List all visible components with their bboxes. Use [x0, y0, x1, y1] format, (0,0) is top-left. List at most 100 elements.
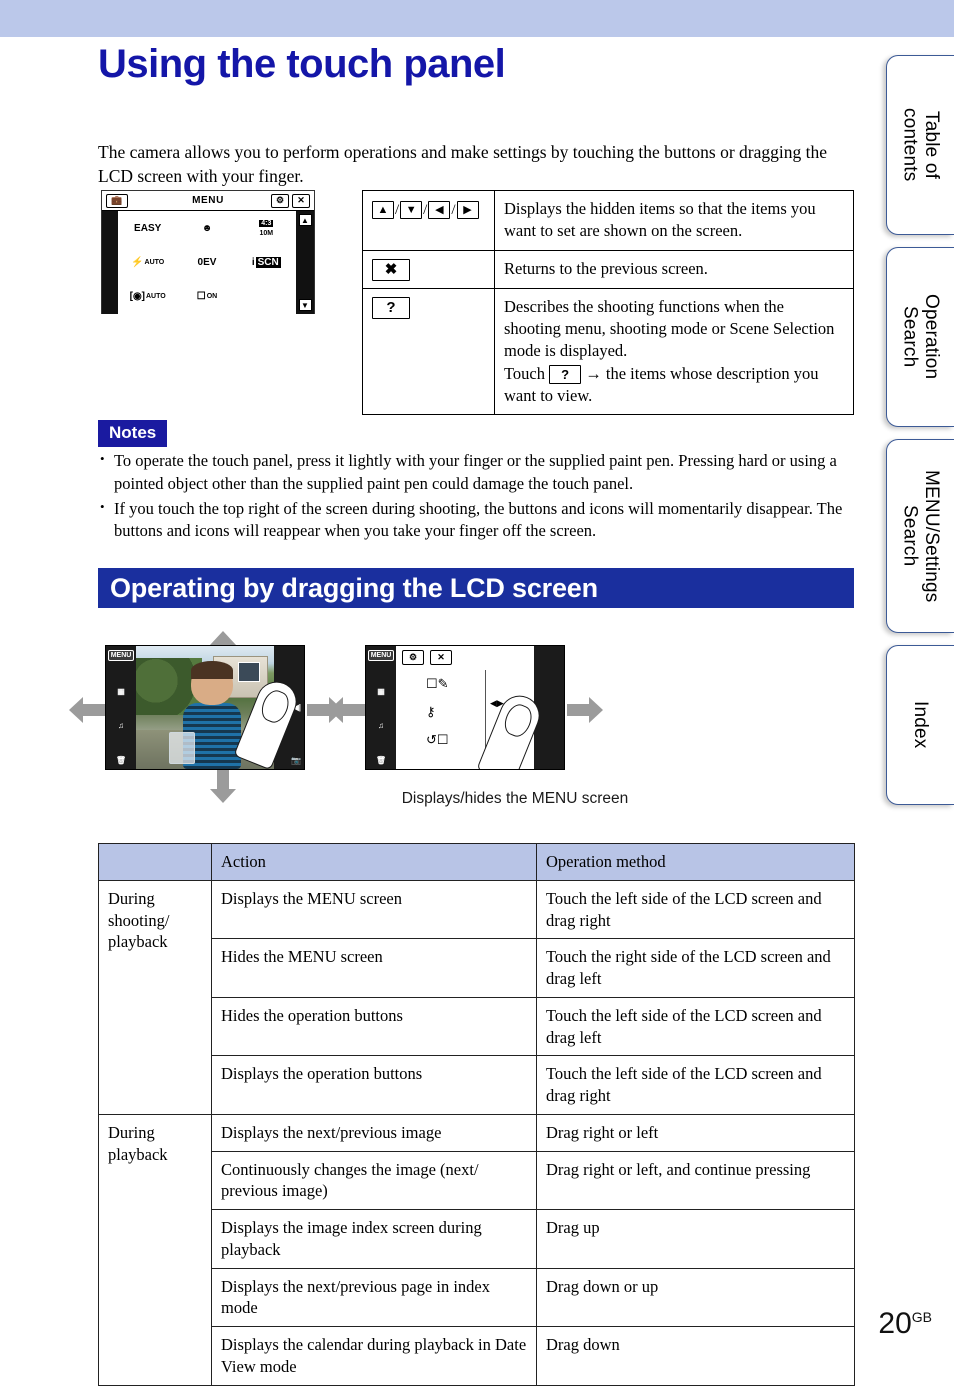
image-size-icon: 4:3 10M — [259, 220, 274, 238]
lcd-scrollbar[interactable]: ▲ ▼ — [296, 211, 314, 314]
illustration-caption: Displays/hides the MENU screen — [401, 790, 629, 807]
smile-shutter-icon: ☻ — [201, 222, 213, 234]
help-touch-prefix: Touch — [504, 363, 546, 383]
photo-window — [238, 662, 261, 682]
cell-action: Displays the operation buttons — [211, 1055, 537, 1115]
gear-icon[interactable]: ⚙ — [402, 650, 424, 665]
page-number-suffix: GB — [911, 1309, 932, 1325]
face-detection-icon: [◉] AUTO — [129, 291, 166, 303]
table-header-row: Action Operation method — [98, 843, 855, 881]
cell-method: Touch the left side of the LCD screen an… — [536, 1055, 855, 1115]
table-row: Hides the MENU screen Touch the right si… — [99, 938, 855, 998]
table-row: Displays the operation buttons Touch the… — [99, 1055, 855, 1115]
lcd-menu-panel: ⚙ ✕ ☐✎ ⚷ ↺☐ ◀▶ — [396, 646, 546, 769]
protect-icon[interactable]: ⚷ — [426, 704, 436, 720]
cell-action: Displays the MENU screen — [211, 879, 537, 940]
scene-selection-icon: i SCN — [251, 256, 281, 268]
photo-subject-hair — [191, 660, 233, 680]
side-tab-nav: Table of contents Operation Search MENU/… — [882, 55, 954, 815]
lcd-left-button-column: MENU ▦ ♫ 🗑 — [366, 646, 396, 769]
table-row: During playback Displays the next/previo… — [98, 1113, 855, 1386]
cell-method: Touch the left side of the LCD screen an… — [536, 996, 855, 1057]
sidebar-tab-label: Index — [910, 701, 932, 749]
table-row: Displays the calendar during playback in… — [99, 1326, 855, 1386]
flash-auto-icon: ⚡ AUTO — [131, 256, 165, 268]
resize-icon[interactable]: ☐✎ — [426, 676, 449, 692]
triangle-up-icon[interactable]: ▲ — [298, 214, 312, 226]
icon-cell-help: ? — [362, 287, 495, 416]
cell-method: Touch the right side of the LCD screen a… — [536, 938, 855, 998]
arrow-left-icon — [69, 697, 109, 723]
close-icon[interactable]: ✕ — [430, 650, 452, 665]
cell-method: Drag right or left — [536, 1113, 855, 1152]
triangle-down-icon[interactable]: ▼ — [298, 299, 312, 311]
operations-table: Action Operation method During shooting/… — [98, 843, 855, 1386]
table-row: Continuously changes the image (next/ pr… — [99, 1150, 855, 1211]
table-row: Hides the operation buttons Touch the le… — [99, 996, 855, 1057]
photo-cup — [169, 732, 196, 765]
icon-cell-arrows: ▲ / ▼ / ◀ / ▶ — [362, 190, 495, 251]
lcd-menu-screenshot: 💼 MENU ⚙ ✕ EASY ☻ 4:3 10M ⚡ AUTO 0EV i SCN… — [101, 190, 315, 314]
help-description-part1: Describes the shooting functions when th… — [504, 296, 835, 361]
sidebar-tab-operation-search[interactable]: Operation Search — [886, 247, 954, 427]
menu-chip-icon[interactable]: MENU — [107, 650, 135, 661]
close-icon: ✖ — [372, 258, 410, 281]
cell-method: Drag down or up — [536, 1267, 855, 1328]
trash-icon[interactable]: 🗑 — [376, 756, 386, 765]
lcd-playback-screen: MENU ▦ ♫ 🗑 . ◀| 📷 — [105, 645, 305, 770]
lcd-menu-title: MENU — [192, 195, 224, 206]
table-row: During shooting/ playback Displays the M… — [98, 879, 855, 1115]
icon-description: Describes the shooting functions when th… — [494, 287, 854, 416]
header-band — [0, 0, 954, 37]
table-row: ? Describes the shooting functions when … — [362, 287, 854, 416]
page-title: Using the touch panel — [98, 42, 506, 86]
section-banner: Operating by dragging the LCD screen — [98, 568, 854, 608]
triangle-right-icon: ▶ — [456, 201, 479, 220]
table-row: ✖ Returns to the previous screen. — [362, 249, 854, 289]
cell-action: Displays the calendar during playback in… — [211, 1326, 537, 1386]
menu-panel-topbar: ⚙ ✕ — [402, 650, 452, 665]
sidebar-tab-label: MENU/Settings Search — [899, 469, 942, 603]
sidebar-tab-table-of-contents[interactable]: Table of contents — [886, 55, 954, 235]
drag-illustration-playback: MENU ▦ ♫ 🗑 . ◀| 📷 — [69, 631, 343, 803]
cell-method: Touch the left side of the LCD screen an… — [536, 879, 855, 940]
trash-icon[interactable]: 🗑 — [116, 756, 126, 765]
column-header-operation-method: Operation method — [536, 843, 855, 881]
cell-method: Drag right or left, and continue pressin… — [536, 1150, 855, 1211]
slideshow-icon[interactable]: ♫ — [118, 721, 124, 730]
sidebar-tab-menu-settings-search[interactable]: MENU/Settings Search — [886, 439, 954, 633]
cell-action: Displays the image index screen during p… — [211, 1209, 537, 1269]
camera-mode-icon[interactable]: 📷 — [291, 756, 301, 765]
lcd-menu-screen: MENU ▦ ♫ 🗑 ⚙ ✕ ☐✎ ⚷ ↺☐ ◀▶ — [365, 645, 565, 770]
lcd-photo-area — [136, 646, 303, 769]
page-number-value: 20 — [878, 1307, 912, 1340]
sidebar-tab-index[interactable]: Index — [886, 645, 954, 805]
index-grid-icon[interactable]: ▦ — [117, 687, 125, 696]
icon-cell-close: ✖ — [362, 249, 495, 289]
rotate-icon[interactable]: ↺☐ — [426, 732, 449, 748]
menu-chip-icon[interactable]: MENU — [367, 650, 395, 661]
triangle-left-icon: ◀ — [428, 201, 451, 220]
sidebar-tab-label: Operation Search — [899, 294, 942, 380]
index-grid-icon[interactable]: ▦ — [377, 687, 385, 696]
cell-action: Displays the next/previous image — [211, 1113, 537, 1152]
row-group-label: During shooting/ playback — [98, 879, 212, 1115]
cell-action: Hides the operation buttons — [211, 996, 537, 1057]
fingernail-icon — [257, 686, 293, 727]
cell-action: Hides the MENU screen — [211, 938, 537, 998]
column-header-group — [98, 843, 212, 881]
slideshow-icon[interactable]: ♫ — [378, 721, 384, 730]
notes-list: To operate the touch panel, press it lig… — [98, 450, 854, 545]
arrow-down-icon — [210, 767, 236, 803]
drag-illustration-menu: MENU ▦ ♫ 🗑 ⚙ ✕ ☐✎ ⚷ ↺☐ ◀▶ — [329, 645, 603, 770]
icon-description: Displays the hidden items so that the it… — [494, 190, 854, 251]
page-number: 20GB — [878, 1307, 932, 1341]
help-icon: ? — [549, 365, 582, 385]
intro-paragraph: The camera allows you to perform operati… — [98, 141, 827, 187]
lcd-top-bar: 💼 MENU ⚙ ✕ — [102, 191, 314, 211]
lcd-menu-grid: EASY ☻ 4:3 10M ⚡ AUTO 0EV i SCN [◉] AUTO ☐ O… — [118, 211, 296, 314]
table-row: Displays the image index screen during p… — [99, 1209, 855, 1269]
cell-method: Drag up — [536, 1209, 855, 1269]
list-item: If you touch the top right of the screen… — [98, 498, 854, 544]
triangle-down-icon: ▼ — [400, 201, 423, 220]
